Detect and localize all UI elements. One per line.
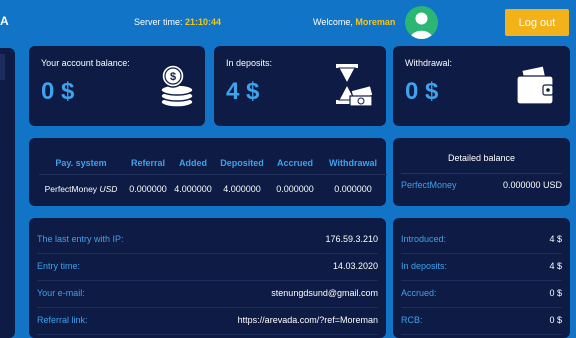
column-header: Withdrawal <box>319 152 387 175</box>
deposits-value: 4 $ <box>226 78 260 105</box>
info-row-email: Your e-mail: stenungdsund@gmail.com <box>37 280 378 308</box>
column-header: Deposited <box>213 152 271 175</box>
balance-label: Your account balance: <box>41 58 130 68</box>
server-time-label: Server time: <box>134 17 183 27</box>
withdrawal-card: Withdrawal: 0 $ <box>393 46 570 126</box>
deposited-cell: 4.000000 <box>223 184 261 194</box>
pay-system-cell: PerfectMoney USD <box>39 175 123 204</box>
site-logo[interactable]: A <box>0 14 9 28</box>
top-bar: A Server time: 21:10:44 Welcome, Moreman… <box>0 0 576 44</box>
referral-cell: 0.000000 <box>129 184 167 194</box>
welcome-message: Welcome, Moreman <box>313 17 395 27</box>
info-key: Entry time: <box>37 261 81 271</box>
pay-system-currency: USD <box>99 184 118 194</box>
hourglass-money-icon <box>336 64 374 107</box>
withdrawal-value: 0 $ <box>405 78 439 105</box>
info-row-entry-time: Entry time: 14.03.2020 <box>37 253 378 281</box>
withdrawal-label: Withdrawal: <box>405 58 453 68</box>
summary-key: Accrued: <box>401 288 437 298</box>
column-header: Accrued <box>271 152 319 175</box>
server-time-value: 21:10:44 <box>185 17 222 27</box>
summary-value: 4 $ <box>549 234 562 244</box>
summary-row-rcb: RCB: 0 $ <box>401 307 562 335</box>
column-header: Referral <box>123 152 173 175</box>
summary-panel: Introduced: 4 $ In deposits: 4 $ Accrued… <box>393 218 570 338</box>
summary-row-introduced: Introduced: 4 $ <box>401 226 562 254</box>
payment-systems-table: Pay. system Referral Added Deposited Acc… <box>39 152 387 203</box>
sidebar-item-active[interactable] <box>0 54 5 80</box>
added-cell: 4.000000 <box>174 184 212 194</box>
balance-value: 0 $ <box>41 78 75 105</box>
divider <box>401 173 562 174</box>
info-value: 14.03.2020 <box>332 261 378 271</box>
username: Moreman <box>355 17 396 27</box>
table-row: PerfectMoney USD 0.000000 4.000000 4.000… <box>39 175 387 204</box>
logout-button[interactable]: Log out <box>505 9 569 36</box>
detailed-balance-value: 0.000000 USD <box>502 180 562 190</box>
coins-stack-icon: $ <box>160 64 194 108</box>
info-value: 176.59.3.210 <box>325 234 378 244</box>
info-value: stenungdsund@gmail.com <box>271 288 378 298</box>
wallet-icon <box>516 66 554 105</box>
accrued-cell: 0.000000 <box>276 184 314 194</box>
detailed-balance-system: PerfectMoney <box>401 180 457 190</box>
table-header-row: Pay. system Referral Added Deposited Acc… <box>39 152 387 175</box>
deposits-label: In deposits: <box>226 58 273 68</box>
info-key: The last entry with IP: <box>37 234 124 244</box>
summary-key: Introduced: <box>401 234 447 244</box>
summary-key: In deposits: <box>401 261 448 271</box>
svg-text:$: $ <box>170 71 176 83</box>
avatar[interactable] <box>405 6 438 39</box>
sidebar <box>0 48 15 338</box>
payment-systems-panel: Pay. system Referral Added Deposited Acc… <box>29 138 387 206</box>
summary-row-accrued: Accrued: 0 $ <box>401 280 562 308</box>
account-info-panel: The last entry with IP: 176.59.3.210 Ent… <box>29 218 386 338</box>
welcome-label: Welcome, <box>313 17 353 27</box>
detailed-balance-panel: Detailed balance PerfectMoney 0.000000 U… <box>393 138 570 206</box>
column-header: Pay. system <box>39 152 123 175</box>
deposits-card: In deposits: 4 $ <box>214 46 386 126</box>
summary-row-in-deposits: In deposits: 4 $ <box>401 253 562 281</box>
summary-value: 0 $ <box>549 288 562 298</box>
summary-value: 4 $ <box>549 261 562 271</box>
info-row-referral-link: Referral link: https://arevada.com/?ref=… <box>37 307 378 335</box>
column-header: Added <box>173 152 213 175</box>
pay-system-name: PerfectMoney <box>44 184 98 194</box>
balance-card: Your account balance: 0 $ $ <box>29 46 205 126</box>
info-row-last-ip: The last entry with IP: 176.59.3.210 <box>37 226 378 254</box>
withdrawal-cell: 0.000000 <box>334 184 372 194</box>
user-icon <box>410 12 433 39</box>
info-key: Your e-mail: <box>37 288 85 298</box>
detailed-balance-title: Detailed balance <box>447 153 516 163</box>
server-time: Server time: 21:10:44 <box>134 17 221 27</box>
